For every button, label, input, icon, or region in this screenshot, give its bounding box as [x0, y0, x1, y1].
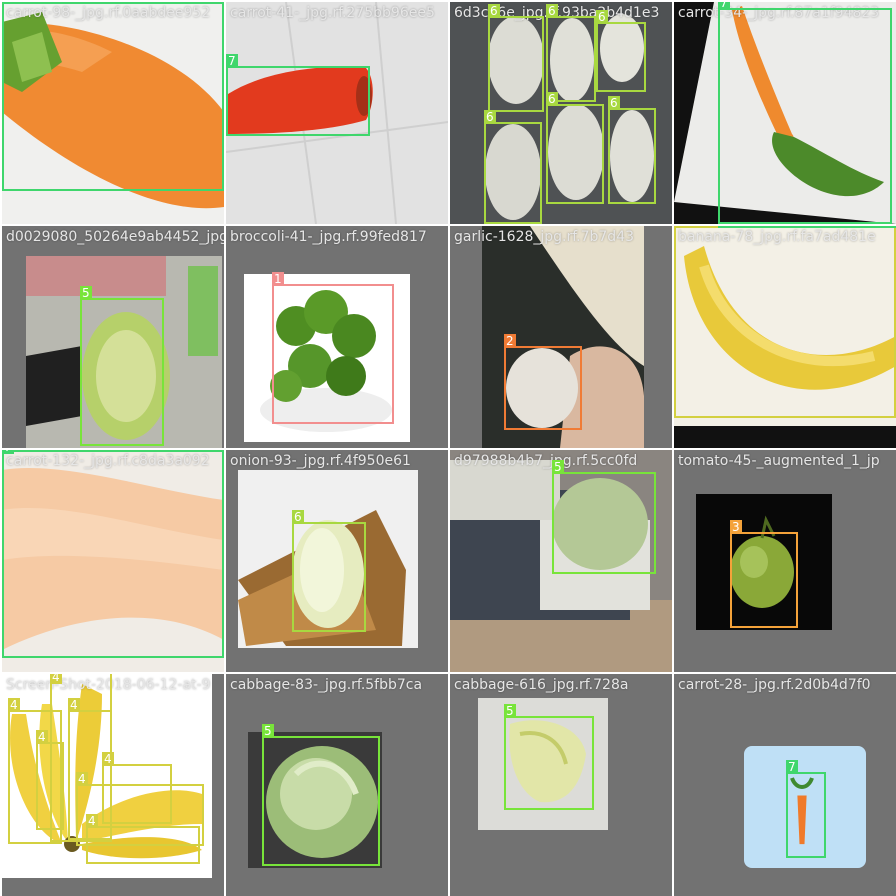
bbox-onion: 6 [292, 510, 366, 632]
class-label: 7 [2, 2, 14, 4]
bbox-tomato: 3 [730, 520, 798, 628]
image-grid: carrot-98-_jpg.rf.0aabdee952 7 carrot-41… [0, 0, 896, 896]
class-label: 6 [488, 4, 500, 18]
class-label: 6 [596, 10, 608, 24]
bbox-onion: 6 [488, 4, 544, 112]
class-label: 3 [730, 520, 742, 534]
tile-9[interactable]: carrot-132-_jpg.rf.c8da3a092 7 [2, 450, 224, 672]
tile-12[interactable]: tomato-45-_augmented_1_jp 3 [674, 450, 896, 672]
class-label: 7 [226, 54, 238, 68]
class-label: 6 [484, 110, 496, 124]
bbox-carrot: 7 [2, 2, 224, 191]
class-label: 4 [86, 814, 98, 828]
class-label: 4 [674, 226, 686, 228]
class-label: 5 [262, 724, 274, 738]
class-label: 7 [718, 2, 730, 10]
class-label: 4 [102, 752, 114, 766]
bbox-broccoli: 1 [272, 272, 394, 424]
class-label: 6 [292, 510, 304, 524]
bbox-carrot: 7 [718, 2, 892, 224]
class-label: 5 [552, 460, 564, 474]
class-label: 4 [8, 698, 20, 712]
tile-3[interactable]: 6d3c86e_jpg.rf.93ba2b4d1e3 6 6 6 6 6 6 [450, 2, 672, 224]
tile-5[interactable]: d0029080_50264e9ab4452_jpg.rf.2b6ee07a 5 [2, 226, 224, 448]
tile-8[interactable]: banana-78_jpg.rf.fa7ad481e 4 [674, 226, 896, 448]
bbox-onion: 6 [596, 10, 646, 92]
bbox-cabbage: 5 [80, 286, 164, 446]
bbox-carrot: 7 [2, 450, 224, 658]
bbox-cabbage: 5 [262, 724, 380, 866]
bbox-carrot [718, 226, 896, 228]
bbox-garlic: 2 [504, 334, 582, 430]
tile-image [744, 746, 866, 868]
class-label: 6 [608, 96, 620, 110]
bbox-carrot: 7 [786, 760, 826, 858]
class-label: 4 [76, 772, 88, 786]
class-label: 7 [786, 760, 798, 774]
bbox-cabbage: 5 [552, 460, 656, 574]
class-label: 4 [36, 730, 48, 744]
tile-15[interactable]: cabbage-616_jpg.rf.728a 5 [450, 674, 672, 896]
tile-6[interactable]: broccoli-41-_jpg.rf.99fed817 1 [226, 226, 448, 448]
class-label: 5 [504, 704, 516, 718]
bbox-onion: 6 [608, 96, 656, 204]
tile-1[interactable]: carrot-98-_jpg.rf.0aabdee952 7 [2, 2, 224, 224]
class-label: 6 [546, 4, 558, 18]
class-label: 6 [546, 92, 558, 106]
tile-2[interactable]: carrot-41-_jpg.rf.275bb96ee5 7 [226, 2, 448, 224]
tile-4[interactable]: carrot-34-_jpg.rf.87a1f94823 7 [674, 2, 896, 224]
bbox-cabbage: 5 [504, 704, 594, 810]
class-label: 4 [50, 674, 62, 684]
class-label: 2 [504, 334, 516, 348]
tile-7[interactable]: garlic-1628_jpg.rf.7b7d43 2 [450, 226, 672, 448]
bbox-onion: 6 [484, 110, 542, 224]
bbox-onion: 6 [546, 4, 596, 102]
bbox-banana: 4 [86, 814, 200, 864]
bbox-carrot: 7 [226, 54, 370, 136]
class-label: 7 [2, 450, 14, 454]
class-label: 4 [68, 698, 80, 712]
tile-14[interactable]: cabbage-83-_jpg.rf.5fbb7ca 5 [226, 674, 448, 896]
bbox-banana: 4 [36, 730, 64, 830]
bbox-onion: 6 [546, 92, 604, 204]
class-label: 1 [272, 272, 284, 286]
class-label: 5 [80, 286, 92, 300]
bbox-banana: 4 [674, 226, 896, 418]
tile-10[interactable]: onion-93-_jpg.rf.4f950e61 6 [226, 450, 448, 672]
tile-13[interactable]: Screen-Shot-2018-06-12-at-9 4 4 4 4 4 4 … [2, 674, 224, 896]
tile-11[interactable]: d97988b4b7_jpg.rf.5cc0fd 5 [450, 450, 672, 672]
tile-16[interactable]: carrot-28-_jpg.rf.2d0b4d7f0 7 [674, 674, 896, 896]
